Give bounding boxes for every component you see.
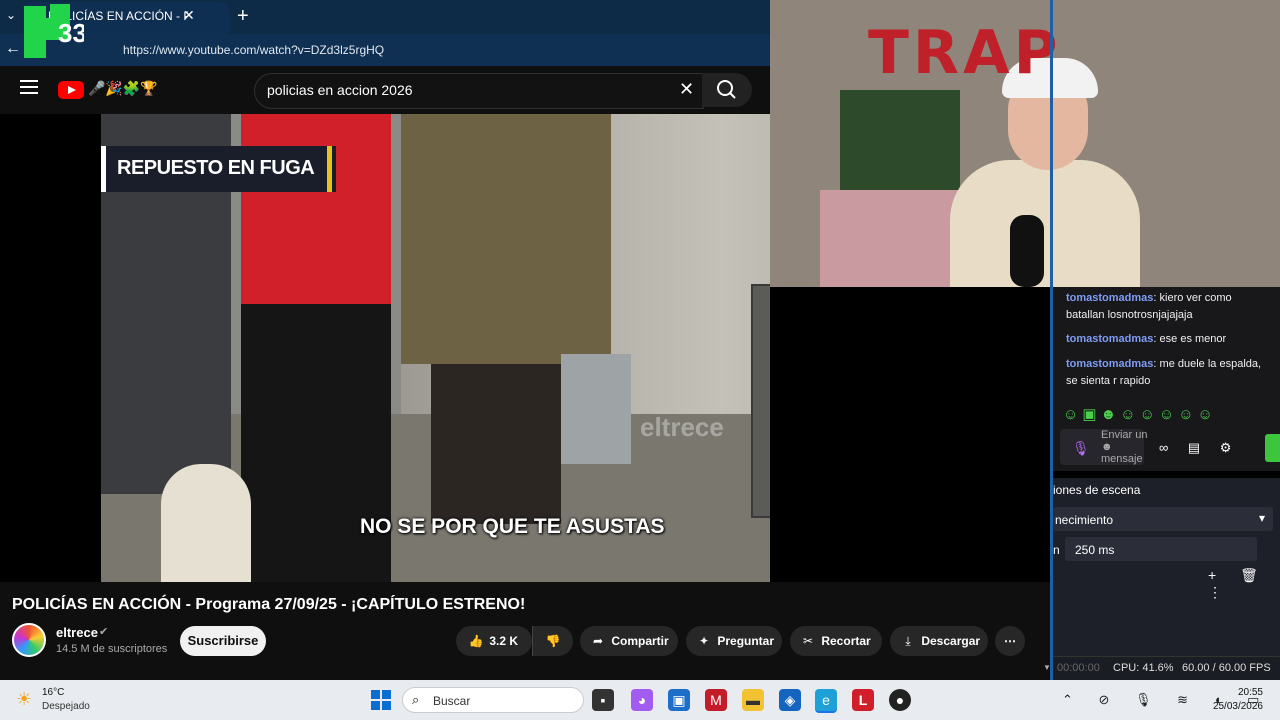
chat-send-button[interactable] <box>1265 434 1280 462</box>
obs-fps: 60.00 / 60.00 FPS <box>1182 662 1271 674</box>
ask-label: Preguntar <box>717 634 775 648</box>
chat-text: : ese es menor <box>1153 333 1227 345</box>
video-banner-accent <box>327 146 332 192</box>
task-view-icon[interactable]: ▪ <box>592 689 614 711</box>
channel-name[interactable]: eltrece <box>56 625 98 640</box>
ask-button[interactable]: ✦ Preguntar <box>686 626 782 656</box>
weather-temperature[interactable]: 16°C <box>42 687 64 698</box>
duration-value: 250 ms <box>1075 543 1115 557</box>
search-value: policias en accion 2026 <box>267 82 413 98</box>
stream-overlay-area <box>770 287 1053 582</box>
clear-search-icon[interactable]: ✕ <box>679 79 694 100</box>
youtube-logo-icon[interactable] <box>58 81 84 99</box>
video-scene-red-shirt <box>241 114 391 314</box>
chat-message: tomastomadmas: ese es menor <box>1066 331 1266 348</box>
search-icon: ⌕ <box>412 692 420 707</box>
obs-icon[interactable]: ● <box>889 689 911 711</box>
tab-close-icon[interactable]: ✕ <box>183 7 195 24</box>
clock-date[interactable]: 25/03/2026 <box>1211 701 1263 712</box>
chat-message: tomastomadmas: me duele la espalda, se s… <box>1066 356 1266 390</box>
video-banner-text: REPUESTO EN FUGA <box>117 157 315 179</box>
microphone-icon[interactable]: 🎙 <box>1072 440 1090 457</box>
video-subtitle: NO SE POR QUE TE ASUSTAS <box>360 515 665 538</box>
back-icon[interactable]: ← <box>5 40 21 58</box>
app-l-icon[interactable]: L <box>852 689 874 711</box>
download-label: Descargar <box>921 634 981 648</box>
clip-button[interactable]: ✂ Recortar <box>790 626 882 656</box>
like-count: 3.2 K <box>489 634 519 648</box>
video-scene-black-pants <box>241 304 391 582</box>
webcam-streamer <box>950 160 1140 287</box>
weather-icon[interactable]: ☀ <box>16 689 32 710</box>
share-button[interactable]: ➦ Compartir <box>580 626 678 656</box>
search-button[interactable] <box>702 73 752 107</box>
download-icon: ⤓ <box>905 634 911 648</box>
emote-bar[interactable]: ☺▣☻☺☺☺☺☺ <box>1063 405 1217 423</box>
menu-icon[interactable] <box>20 80 38 94</box>
obs-panel-title: iones de escena <box>1053 483 1141 497</box>
svg-text:33: 33 <box>58 18 84 48</box>
webcam-microphone <box>1010 215 1044 287</box>
chat-username[interactable]: tomastomadmas <box>1066 292 1153 304</box>
copilot-icon[interactable]: ◕ <box>631 689 653 711</box>
video-scene-pants <box>431 364 561 524</box>
windows-start-icon[interactable] <box>371 690 391 710</box>
subscribe-button[interactable]: Suscribirse <box>180 626 266 656</box>
weather-condition: Despejado <box>42 701 90 712</box>
like-icon: 👍 <box>468 634 484 648</box>
obs-cpu: CPU: 41.6% <box>1113 662 1174 674</box>
outlook-icon[interactable]: ◈ <box>779 689 801 711</box>
stream-logo-icon: 33 <box>24 4 84 58</box>
clock-time[interactable]: 20:55 <box>1211 687 1263 698</box>
file-explorer-icon[interactable]: ▬ <box>742 689 764 711</box>
transition-value: necimiento <box>1055 513 1114 527</box>
new-tab-icon[interactable]: + <box>237 5 249 28</box>
chevron-down-icon[interactable]: ▾ <box>1259 511 1265 525</box>
channel-avatar[interactable] <box>12 623 46 657</box>
edge-icon[interactable]: e <box>815 689 837 713</box>
download-button[interactable]: ⤓ Descargar <box>890 626 988 656</box>
clip-label: Recortar <box>821 634 871 648</box>
chat-input-placeholder: Enviar un ☻ mensaje <box>1101 429 1148 465</box>
window-divider <box>1050 0 1053 680</box>
chat-username[interactable]: tomastomadmas <box>1066 358 1153 370</box>
chat-message: tomastomadmas: kiero ver como batallan l… <box>1066 290 1266 324</box>
youtube-doodle-icon[interactable]: 🎤🎉🧩🏆 <box>88 80 158 97</box>
store-icon[interactable]: ▣ <box>668 689 690 711</box>
chat-toolbar-icons[interactable]: ∞ ▤ ⚙ <box>1159 440 1239 456</box>
video-scene-dog <box>161 464 251 582</box>
mcafee-icon[interactable]: M <box>705 689 727 711</box>
taskbar-search-input[interactable] <box>402 687 584 713</box>
webcam-window <box>840 90 960 200</box>
more-icon: ⋯ <box>1004 634 1016 648</box>
url-text: https://www.youtube.com/watch?v=DZd3lz5r… <box>123 43 385 57</box>
video-scene-child <box>561 354 631 464</box>
chat-username[interactable]: tomastomadmas <box>1066 333 1153 345</box>
scissors-icon: ✂ <box>802 634 814 648</box>
dislike-icon: 👎 <box>545 634 561 648</box>
video-scene-jacket <box>401 114 611 364</box>
tab-search-dropdown-icon[interactable]: ⌄ <box>6 8 16 22</box>
video-title: POLICÍAS EN ACCIÓN - Programa 27/09/25 -… <box>12 596 526 613</box>
verified-icon: ✔ <box>99 626 109 638</box>
taskbar-search-placeholder: Buscar <box>433 694 471 708</box>
like-button[interactable]: 👍 3.2 K <box>456 626 532 656</box>
search-icon <box>717 80 736 99</box>
sparkle-icon: ✦ <box>698 634 710 648</box>
share-label: Compartir <box>611 634 669 648</box>
video-watermark: eltrece <box>640 412 724 442</box>
transition-actions[interactable]: + 🗑 ⋮ <box>1208 567 1280 601</box>
wall-graffiti: TRAP <box>868 18 1062 88</box>
subscriber-count: 14.5 M de suscriptores <box>56 643 168 655</box>
obs-time: 00:00:00 <box>1057 662 1100 674</box>
duration-label: n <box>1053 543 1060 557</box>
more-actions-button[interactable]: ⋯ <box>995 626 1025 656</box>
dislike-button[interactable]: 👎 <box>532 626 573 656</box>
share-icon: ➦ <box>592 634 604 648</box>
